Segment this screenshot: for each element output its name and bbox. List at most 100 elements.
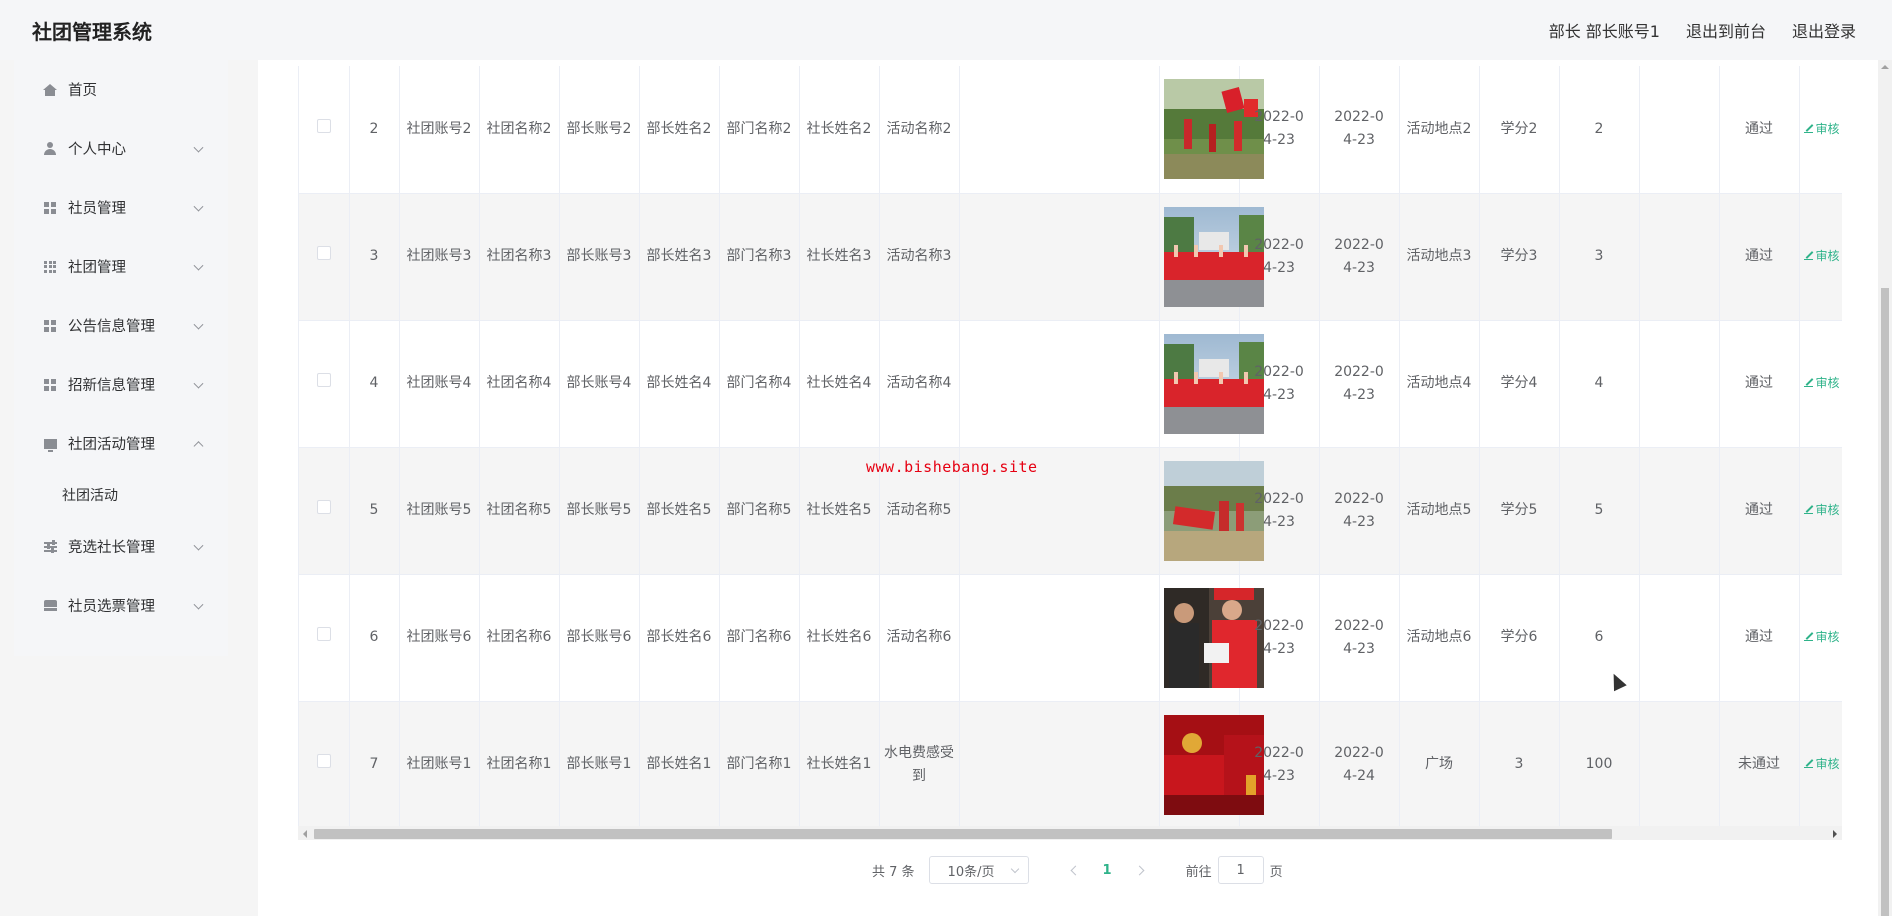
- row-checkbox-cell: [299, 66, 350, 194]
- scroll-right-arrow-icon[interactable]: [1833, 830, 1837, 838]
- cell-action: 审核: [1799, 574, 1842, 702]
- audit-button[interactable]: 审核: [1803, 503, 1840, 517]
- row-checkbox[interactable]: [316, 500, 331, 514]
- cell-photo: [1159, 574, 1264, 702]
- cell-minister-account: 部长账号2: [559, 66, 640, 194]
- audit-button-label: 审核: [1815, 249, 1840, 263]
- activity-photo[interactable]: [1163, 714, 1264, 815]
- cell-president-name: 社长姓名4: [799, 320, 880, 448]
- exit-to-front-link[interactable]: 退出到前台: [1686, 18, 1766, 42]
- total-count: 共 7 条: [872, 864, 915, 880]
- horizontal-scroll-thumb[interactable]: [314, 829, 1612, 839]
- cell-status: 通过: [1719, 193, 1800, 321]
- cell-club-name: 社团名称5: [479, 447, 560, 575]
- cell-minister-name: 部长姓名3: [639, 193, 720, 321]
- cell-activity-name: 水电费感受到: [879, 701, 960, 829]
- cell-end-date: 2022-04-23: [1319, 574, 1400, 702]
- audit-button[interactable]: 审核: [1803, 122, 1840, 136]
- prev-page-button[interactable]: [1069, 865, 1079, 875]
- grid-icon: [42, 200, 58, 216]
- cell-dept-name: 部门名称5: [719, 447, 800, 575]
- sidebar-item-label: 招新信息管理: [68, 378, 155, 394]
- cell-credit: 学分5: [1479, 447, 1560, 575]
- row-checkbox[interactable]: [316, 627, 331, 641]
- scroll-left-arrow-icon[interactable]: [303, 830, 307, 838]
- sidebar-item-recruitment-management[interactable]: 招新信息管理: [14, 355, 228, 414]
- row-checkbox[interactable]: [316, 246, 331, 260]
- cell-status: 通过: [1719, 320, 1800, 448]
- table-row: 5 社团账号5 社团名称5 部长账号5 部长姓名5 部门名称5 社长姓名5 活动名称5 2022…: [299, 447, 1842, 575]
- activity-photo[interactable]: [1163, 79, 1264, 180]
- cell-location: 活动地点6: [1399, 574, 1480, 702]
- sidebar-item-member-management[interactable]: 社员管理: [14, 178, 228, 237]
- table-row: 3 社团账号3 社团名称3 部长账号3 部长姓名3 部门名称3 社长姓名3 活动名称3 2022…: [299, 193, 1842, 321]
- row-checkbox[interactable]: [316, 754, 331, 768]
- activity-table-wrapper: 2 社团账号2 社团名称2 部长账号2 部长姓名2 部门名称2 社长姓名2 活动名称2 2022…: [298, 66, 1842, 838]
- cell-action: 审核: [1799, 193, 1842, 321]
- edit-icon: [1803, 251, 1813, 260]
- cell-index: 4: [349, 320, 400, 448]
- audit-button-label: 审核: [1815, 757, 1840, 771]
- activity-photo[interactable]: [1163, 460, 1264, 561]
- row-checkbox-cell: [299, 701, 350, 829]
- page-number-current[interactable]: 1: [1103, 863, 1112, 878]
- grid-icon: [42, 318, 58, 334]
- cell-end-date: 2022-04-23: [1319, 193, 1400, 321]
- sidebar-item-notice-management[interactable]: 公告信息管理: [14, 296, 228, 355]
- current-user-label: 部长 部长账号1: [1548, 22, 1660, 41]
- sidebar-item-label: 社员选票管理: [68, 599, 155, 615]
- cell-club-name: 社团名称2: [479, 66, 560, 194]
- vertical-scroll-thumb[interactable]: [1881, 288, 1889, 916]
- horizontal-scrollbar[interactable]: [298, 826, 1842, 840]
- cell-count: 5: [1559, 447, 1640, 575]
- cell-minister-account: 部长账号3: [559, 193, 640, 321]
- audit-button[interactable]: 审核: [1803, 630, 1840, 644]
- logout-link[interactable]: 退出登录: [1792, 18, 1856, 42]
- sidebar-item-personal-center[interactable]: 个人中心: [14, 119, 228, 178]
- sidebar-item-vote-management[interactable]: 社员选票管理: [14, 576, 228, 635]
- cell-minister-account: 部长账号1: [559, 701, 640, 829]
- cell-location: 广场: [1399, 701, 1480, 829]
- audit-button[interactable]: 审核: [1803, 249, 1840, 263]
- watermark-text: www.bishebang.site: [866, 458, 1038, 476]
- edit-icon: [1803, 632, 1813, 641]
- activity-photo[interactable]: [1163, 587, 1264, 688]
- row-checkbox[interactable]: [316, 373, 331, 387]
- cell-club-name: 社团名称1: [479, 701, 560, 829]
- cell-photo: [1159, 193, 1264, 321]
- cell-location: 活动地点5: [1399, 447, 1480, 575]
- cell-status: 通过: [1719, 574, 1800, 702]
- cell-empty: [1639, 320, 1720, 448]
- cell-club-account: 社团账号1: [399, 701, 480, 829]
- audit-button[interactable]: 审核: [1803, 376, 1840, 390]
- audit-button[interactable]: 审核: [1803, 757, 1840, 771]
- edit-icon: [1803, 505, 1813, 514]
- page-vertical-scrollbar[interactable]: [1878, 60, 1892, 916]
- sidebar-item-club-management[interactable]: 社团管理: [14, 237, 228, 296]
- cell-empty: [1639, 66, 1720, 194]
- cell-minister-account: 部长账号4: [559, 320, 640, 448]
- scroll-up-arrow-icon[interactable]: [1881, 65, 1889, 69]
- cell-club-name: 社团名称6: [479, 574, 560, 702]
- goto-label: 前往: [1185, 864, 1212, 880]
- sidebar-item-election-management[interactable]: 竞选社长管理: [14, 517, 228, 576]
- activity-photo[interactable]: [1163, 206, 1264, 307]
- chevron-down-icon: [1010, 864, 1019, 874]
- activity-photo[interactable]: [1163, 333, 1264, 434]
- sidebar-item-label: 公告信息管理: [68, 319, 155, 335]
- cell-president-name: 社长姓名3: [799, 193, 880, 321]
- sidebar-item-activity-management[interactable]: 社团活动管理: [14, 414, 228, 473]
- sidebar-item-home[interactable]: 首页: [14, 60, 228, 119]
- cell-dept-name: 部门名称3: [719, 193, 800, 321]
- cell-minister-name: 部长姓名1: [639, 701, 720, 829]
- cell-activity-name: 活动名称6: [879, 574, 960, 702]
- page-unit-label: 页: [1269, 864, 1283, 880]
- cell-minister-name: 部长姓名4: [639, 320, 720, 448]
- next-page-button[interactable]: [1136, 865, 1146, 875]
- cell-dept-name: 部门名称1: [719, 701, 800, 829]
- row-checkbox[interactable]: [316, 118, 331, 133]
- page-size-select[interactable]: 10条/页: [928, 856, 1029, 884]
- audit-button-label: 审核: [1815, 503, 1840, 517]
- goto-page-input[interactable]: [1217, 856, 1264, 884]
- sidebar-subitem-club-activity[interactable]: 社团活动: [14, 473, 228, 517]
